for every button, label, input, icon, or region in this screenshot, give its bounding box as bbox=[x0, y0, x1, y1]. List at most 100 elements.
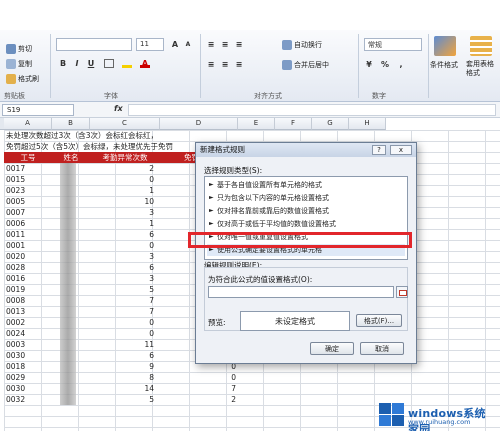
underline-icon[interactable]: U bbox=[86, 59, 96, 68]
cell-abnormal-count[interactable]: 0 bbox=[90, 174, 154, 185]
cell-id[interactable]: 0016 bbox=[6, 273, 25, 284]
cell-id[interactable]: 0003 bbox=[6, 339, 25, 350]
cell-id[interactable]: 0007 bbox=[6, 207, 25, 218]
cell-abnormal-count[interactable]: 5 bbox=[90, 394, 154, 405]
rule-item[interactable]: 仅对排名靠前或靠后的数值设置格式 bbox=[207, 205, 405, 217]
ok-button[interactable]: 确定 bbox=[310, 342, 354, 355]
align-middle-icon[interactable]: ≡ bbox=[220, 40, 230, 49]
align-top-icon[interactable]: ≡ bbox=[206, 40, 216, 49]
name-box[interactable]: S19 bbox=[2, 104, 74, 116]
font-color-icon[interactable]: A bbox=[140, 59, 150, 68]
fx-icon[interactable]: fx bbox=[114, 104, 123, 113]
formula-field[interactable] bbox=[208, 286, 394, 298]
cell-abnormal-count[interactable]: 3 bbox=[90, 273, 154, 284]
column-header-g[interactable]: G bbox=[312, 118, 349, 130]
wrap-text-button[interactable]: 自动换行 bbox=[282, 40, 322, 50]
conditional-format-icon[interactable] bbox=[434, 36, 456, 56]
cell-abnormal-count[interactable]: 5 bbox=[90, 284, 154, 295]
header-name: 姓名 bbox=[63, 153, 79, 162]
cell-waived-count[interactable]: 0 bbox=[160, 372, 236, 383]
column-header-c[interactable]: C bbox=[90, 118, 160, 130]
column-header-b[interactable]: B bbox=[52, 118, 90, 130]
cell-id[interactable]: 0030 bbox=[6, 350, 25, 361]
conditional-format-button[interactable]: 条件格式 bbox=[430, 60, 458, 70]
cell-abnormal-count[interactable]: 6 bbox=[90, 350, 154, 361]
cell-id[interactable]: 0011 bbox=[6, 229, 25, 240]
merge-center-button[interactable]: 合并后居中 bbox=[282, 60, 329, 70]
cell-id[interactable]: 0001 bbox=[6, 240, 25, 251]
cancel-button[interactable]: 取消 bbox=[360, 342, 404, 355]
bold-icon[interactable]: B bbox=[58, 59, 68, 68]
cell-id[interactable]: 0030 bbox=[6, 383, 25, 394]
cell-id[interactable]: 0008 bbox=[6, 295, 25, 306]
cell-abnormal-count[interactable]: 6 bbox=[90, 262, 154, 273]
table-format-icon[interactable] bbox=[470, 36, 492, 56]
cell-id[interactable]: 0019 bbox=[6, 284, 25, 295]
column-header-h[interactable]: H bbox=[349, 118, 386, 130]
align-bottom-icon[interactable]: ≡ bbox=[234, 40, 244, 49]
cell-id[interactable]: 0032 bbox=[6, 394, 25, 405]
cell-id[interactable]: 0013 bbox=[6, 306, 25, 317]
formula-input[interactable] bbox=[128, 104, 496, 116]
wrap-text-icon bbox=[282, 40, 292, 50]
column-header-a[interactable]: A bbox=[4, 118, 52, 130]
table-format-button[interactable]: 套用表格格式 bbox=[466, 60, 498, 78]
column-header-e[interactable]: E bbox=[238, 118, 275, 130]
cell-id[interactable]: 0029 bbox=[6, 372, 25, 383]
number-format-select[interactable]: 常规 bbox=[364, 38, 422, 51]
fill-color-icon[interactable] bbox=[122, 59, 132, 68]
copy-button[interactable]: 复制 bbox=[6, 59, 32, 69]
cell-id[interactable]: 0028 bbox=[6, 262, 25, 273]
cell-abnormal-count[interactable]: 0 bbox=[90, 328, 154, 339]
cell-id[interactable]: 0002 bbox=[6, 317, 25, 328]
cell-waived-count[interactable]: 2 bbox=[160, 394, 236, 405]
cell-abnormal-count[interactable]: 1 bbox=[90, 218, 154, 229]
cell-id[interactable]: 0005 bbox=[6, 196, 25, 207]
align-right-icon[interactable]: ≡ bbox=[234, 60, 244, 69]
cell-abnormal-count[interactable]: 7 bbox=[90, 295, 154, 306]
cell-abnormal-count[interactable]: 0 bbox=[90, 317, 154, 328]
rule-item[interactable]: 只为包含以下内容的单元格设置格式 bbox=[207, 192, 405, 204]
cell-id[interactable]: 0024 bbox=[6, 328, 25, 339]
cell-abnormal-count[interactable]: 3 bbox=[90, 207, 154, 218]
percent-icon[interactable]: % bbox=[380, 60, 390, 69]
cell-id[interactable]: 0023 bbox=[6, 185, 25, 196]
shrink-font-icon[interactable]: A bbox=[183, 40, 193, 49]
border-icon[interactable] bbox=[104, 59, 114, 68]
cell-abnormal-count[interactable]: 3 bbox=[90, 251, 154, 262]
rule-item[interactable]: 仅对高于或低于平均值的数值设置格式 bbox=[207, 218, 405, 230]
column-header-d[interactable]: D bbox=[160, 118, 238, 130]
column-header-f[interactable]: F bbox=[275, 118, 312, 130]
italic-icon[interactable]: I bbox=[72, 59, 82, 68]
cell-abnormal-count[interactable]: 0 bbox=[90, 240, 154, 251]
font-name-select[interactable] bbox=[56, 38, 132, 51]
help-button[interactable]: ? bbox=[372, 145, 386, 155]
cell-id[interactable]: 0017 bbox=[6, 163, 25, 174]
grow-font-icon[interactable]: A bbox=[170, 40, 180, 49]
cell-abnormal-count[interactable]: 7 bbox=[90, 306, 154, 317]
cell-id[interactable]: 0006 bbox=[6, 218, 25, 229]
cell-abnormal-count[interactable]: 6 bbox=[90, 229, 154, 240]
cell-abnormal-count[interactable]: 2 bbox=[90, 163, 154, 174]
cell-abnormal-count[interactable]: 11 bbox=[90, 339, 154, 350]
close-button[interactable]: x bbox=[390, 145, 412, 155]
cell-id[interactable]: 0020 bbox=[6, 251, 25, 262]
cell-abnormal-count[interactable]: 8 bbox=[90, 372, 154, 383]
cell-abnormal-count[interactable]: 14 bbox=[90, 383, 154, 394]
cell-abnormal-count[interactable]: 9 bbox=[90, 361, 154, 372]
cut-button[interactable]: 剪切 bbox=[6, 44, 32, 54]
comma-icon[interactable]: , bbox=[396, 60, 406, 69]
cell-abnormal-count[interactable]: 1 bbox=[90, 185, 154, 196]
align-left-icon[interactable]: ≡ bbox=[206, 60, 216, 69]
font-size-select[interactable]: 11 bbox=[136, 38, 164, 51]
cell-id[interactable]: 0018 bbox=[6, 361, 25, 372]
cell-id[interactable]: 0015 bbox=[6, 174, 25, 185]
align-center-icon[interactable]: ≡ bbox=[220, 60, 230, 69]
cell-waived-count[interactable]: 7 bbox=[160, 383, 236, 394]
collapse-dialog-icon[interactable] bbox=[396, 286, 408, 298]
rule-item[interactable]: 基于各自值设置所有单元格的格式 bbox=[207, 179, 405, 191]
format-painter-button[interactable]: 格式刷 bbox=[6, 74, 39, 84]
cell-abnormal-count[interactable]: 10 bbox=[90, 196, 154, 207]
format-button[interactable]: 格式(F)... bbox=[356, 314, 402, 327]
currency-icon[interactable]: ¥ bbox=[364, 60, 374, 69]
